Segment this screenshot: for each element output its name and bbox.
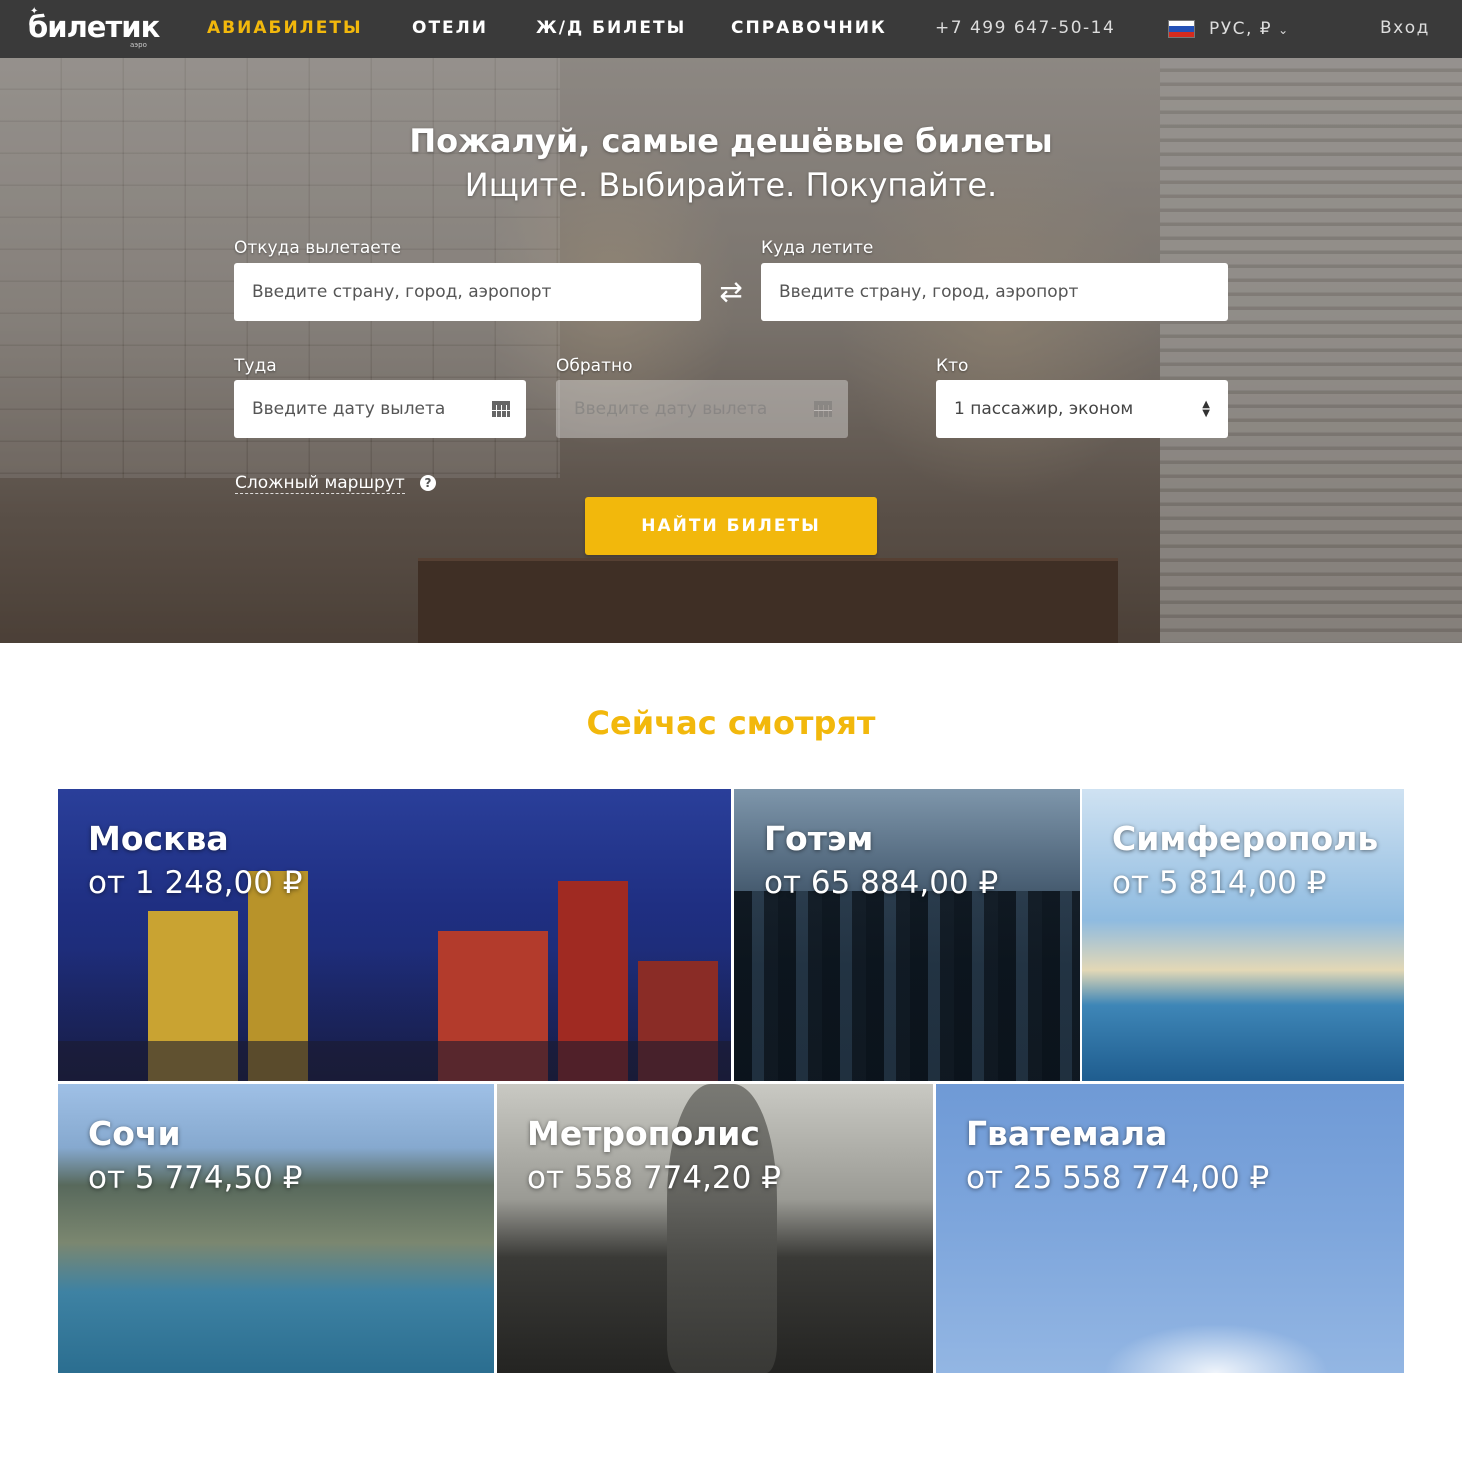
card-price: от 1 248,00 ₽	[88, 865, 303, 901]
site-logo[interactable]: ✦ билетик аэро	[28, 6, 160, 52]
hero-subtitle: Ищите. Выбирайте. Покупайте.	[464, 166, 998, 204]
destination-card-gotham[interactable]: Готэм от 65 884,00 ₽	[734, 789, 1080, 1081]
card-bg-building	[58, 1041, 731, 1081]
card-city-name: Сочи	[88, 1114, 181, 1153]
return-label: Обратно	[556, 356, 633, 376]
to-placeholder: Введите страну, город, аэропорт	[779, 282, 1079, 302]
destination-card-simferopol[interactable]: Симферополь от 5 814,00 ₽	[1082, 789, 1404, 1081]
passengers-select[interactable]: 1 пассажир, эконом ▲ ▼	[936, 380, 1228, 438]
card-city-name: Метрополис	[527, 1114, 760, 1153]
to-label: Куда летите	[761, 238, 874, 258]
card-price: от 558 774,20 ₽	[527, 1160, 781, 1196]
logo-text: билетик	[28, 10, 160, 44]
from-input[interactable]: Введите страну, город, аэропорт	[234, 263, 701, 321]
card-price: от 25 558 774,00 ₽	[966, 1160, 1270, 1196]
popular-section-title: Сейчас смотрят	[586, 704, 876, 742]
from-label: Откуда вылетаете	[234, 238, 402, 258]
swap-arrows-icon[interactable]: ⇄	[712, 277, 750, 307]
top-navbar: ✦ билетик аэро АВИАБИЛЕТЫ ОТЕЛИ Ж/Д БИЛЕ…	[0, 0, 1462, 58]
nav-link-hotels[interactable]: ОТЕЛИ	[412, 18, 488, 38]
card-price: от 65 884,00 ₽	[764, 865, 999, 901]
card-city-name: Гватемала	[966, 1114, 1168, 1153]
destination-card-metropolis[interactable]: Метрополис от 558 774,20 ₽	[497, 1084, 933, 1373]
return-date-placeholder: Введите дату вылета	[574, 399, 768, 419]
card-price: от 5 774,50 ₽	[88, 1160, 303, 1196]
card-city-name: Симферополь	[1112, 819, 1379, 858]
russia-flag-icon	[1168, 20, 1195, 38]
nav-link-avia[interactable]: АВИАБИЛЕТЫ	[207, 18, 363, 38]
complex-route-link[interactable]: Сложный маршрут	[235, 473, 405, 494]
login-link[interactable]: Вход	[1380, 18, 1430, 38]
calendar-icon	[492, 399, 510, 417]
question-circle-icon[interactable]: ?	[420, 475, 436, 491]
passengers-value: 1 пассажир, эконом	[954, 399, 1134, 419]
who-label: Кто	[936, 356, 969, 376]
depart-label: Туда	[234, 356, 277, 376]
depart-date-placeholder: Введите дату вылета	[252, 399, 446, 419]
search-tickets-button[interactable]: НАЙТИ БИЛЕТЫ	[585, 497, 877, 555]
logo-subtext: аэро	[130, 41, 147, 49]
hero-title: Пожалуй, самые дешёвые билеты	[409, 122, 1053, 160]
destination-card-guatemala[interactable]: Гватемала от 25 558 774,00 ₽	[936, 1084, 1404, 1373]
return-date-input[interactable]: Введите дату вылета	[556, 380, 848, 438]
from-placeholder: Введите страну, город, аэропорт	[252, 282, 552, 302]
depart-date-input[interactable]: Введите дату вылета	[234, 380, 526, 438]
nav-link-reference[interactable]: СПРАВОЧНИК	[731, 18, 887, 38]
destination-card-moscow[interactable]: Москва от 1 248,00 ₽	[58, 789, 731, 1081]
language-currency-label: РУС, ₽	[1209, 19, 1273, 39]
card-city-name: Москва	[88, 819, 229, 858]
card-city-name: Готэм	[764, 819, 874, 858]
nav-link-train[interactable]: Ж/Д БИЛЕТЫ	[536, 18, 686, 38]
phone-number: +7 499 647-50-14	[935, 18, 1116, 38]
calendar-icon	[814, 399, 832, 417]
card-price: от 5 814,00 ₽	[1112, 865, 1327, 901]
card-bg-skyline	[734, 891, 1080, 1081]
chevron-down-icon: ⌄	[1278, 23, 1290, 37]
destination-card-sochi[interactable]: Сочи от 5 774,50 ₽	[58, 1084, 494, 1373]
language-currency-selector[interactable]: РУС, ₽ ⌄	[1168, 18, 1290, 40]
to-input[interactable]: Введите страну, город, аэропорт	[761, 263, 1228, 321]
select-arrows-icon: ▲ ▼	[1202, 399, 1210, 419]
